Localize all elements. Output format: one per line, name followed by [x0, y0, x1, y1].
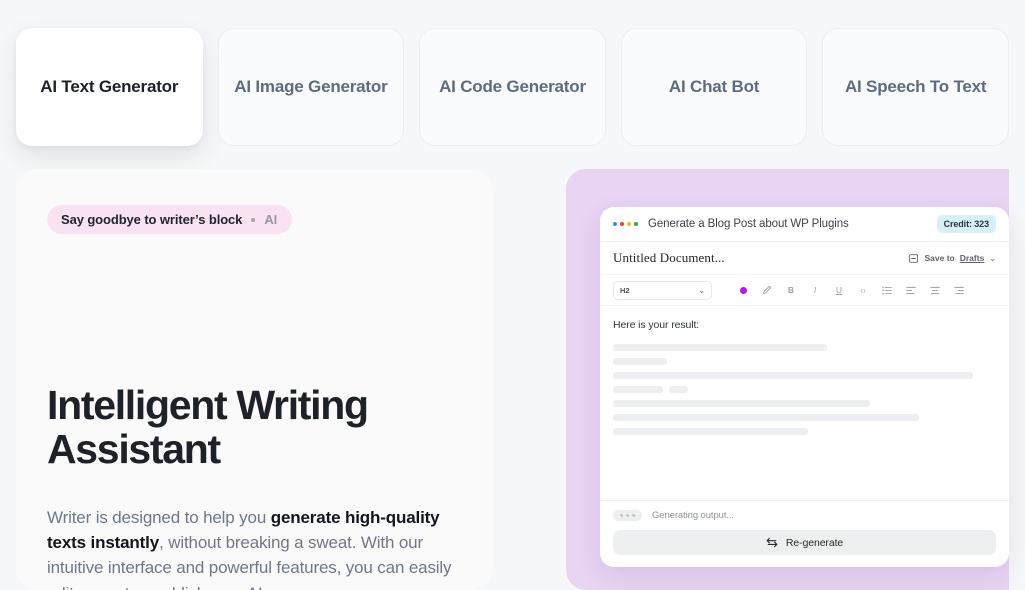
generating-status-row: Generating output... — [613, 510, 996, 521]
tab-label: AI Chat Bot — [668, 76, 760, 96]
underline-icon[interactable]: U — [834, 286, 844, 295]
window-dot-yellow — [627, 222, 631, 226]
badge-separator-dot — [251, 217, 256, 222]
tab-ai-speech-to-text[interactable]: AI Speech To Text — [822, 28, 1009, 146]
heading-level-select[interactable]: H2 ⌄ — [613, 280, 712, 300]
italic-icon[interactable]: I — [810, 286, 820, 295]
skeleton-line-group — [613, 386, 996, 393]
hero-section: Say goodbye to writer’s block AI Intelli… — [0, 146, 1025, 590]
skeleton-line — [613, 414, 920, 421]
tab-label: AI Text Generator — [40, 76, 179, 96]
align-left-icon[interactable] — [906, 286, 916, 295]
save-document-icon — [909, 253, 919, 263]
align-right-icon[interactable] — [954, 286, 964, 295]
regenerate-label: Re-generate — [785, 536, 844, 549]
bold-icon[interactable]: B — [786, 286, 796, 295]
tab-ai-text-generator[interactable]: AI Text Generator — [16, 28, 203, 146]
skeleton-line — [613, 400, 870, 407]
bullet-list-icon[interactable] — [882, 286, 892, 295]
app-title: Generate a Blog Post about WP Plugins — [648, 218, 849, 230]
result-label: Here is your result: — [613, 319, 700, 331]
window-dots — [613, 222, 638, 226]
app-mockup-window: Generate a Blog Post about WP Plugins Cr… — [600, 207, 1009, 567]
loading-dots-indicator — [613, 510, 642, 521]
product-tab-bar: AI Text Generator AI Image Generator AI … — [0, 0, 1025, 146]
save-label-prefix: Save to — [924, 253, 955, 263]
hero-text-card: Say goodbye to writer’s block AI Intelli… — [16, 169, 493, 590]
regenerate-button[interactable]: Re-generate — [613, 530, 996, 555]
badge-text: Say goodbye to writer’s block — [61, 212, 243, 227]
skeleton-line — [613, 386, 663, 393]
tab-label: AI Code Generator — [439, 76, 586, 96]
tab-ai-image-generator[interactable]: AI Image Generator — [217, 28, 405, 146]
chevron-down-icon: ⌄ — [698, 285, 705, 295]
app-footer: Generating output... Re-generate — [600, 500, 1009, 567]
page-title: Intelligent Writing Assistant — [47, 382, 369, 472]
hero-paragraph: Writer is designed to help you generate … — [47, 505, 459, 590]
tab-ai-code-generator[interactable]: AI Code Generator — [419, 28, 606, 146]
color-swatch-icon[interactable] — [738, 286, 748, 294]
credit-badge: Credit: 323 — [936, 215, 996, 233]
editor-toolbar: H2 ⌄ B I U ‹› — [600, 275, 1009, 306]
app-titlebar: Generate a Blog Post about WP Plugins Cr… — [600, 207, 1009, 242]
paragraph-lead: Writer is designed to help you — [47, 507, 271, 527]
toolbar-icon-group: B I U ‹› — [738, 285, 964, 295]
pen-icon[interactable] — [762, 285, 772, 295]
save-to-drafts-button[interactable]: Save to Drafts ⌄ — [908, 253, 996, 264]
skeleton-line — [613, 428, 809, 435]
document-header-row: Untitled Document... Save to Drafts ⌄ — [600, 242, 1009, 275]
hero-preview-panel: Generate a Blog Post about WP Plugins Cr… — [566, 169, 1009, 590]
tab-label: AI Image Generator — [234, 76, 388, 96]
document-name: Untitled Document... — [613, 250, 725, 265]
align-center-icon[interactable] — [930, 286, 940, 295]
document-body[interactable]: Here is your result: — [600, 306, 1009, 500]
skeleton-line — [613, 358, 667, 365]
tab-ai-chat-bot[interactable]: AI Chat Bot — [620, 28, 808, 146]
skeleton-line — [613, 344, 828, 351]
badge-tag: AI — [264, 212, 278, 227]
tagline-badge: Say goodbye to writer’s block AI — [47, 205, 293, 234]
link-code-icon[interactable]: ‹› — [858, 286, 868, 295]
save-label-target: Drafts — [959, 253, 985, 263]
window-dot-blue — [613, 222, 617, 226]
tab-label: AI Speech To Text — [844, 76, 987, 96]
window-dot-green — [634, 222, 638, 226]
skeleton-line — [668, 386, 688, 393]
generating-status-text: Generating output... — [652, 510, 734, 521]
swap-arrows-icon — [766, 537, 778, 548]
window-dot-red — [620, 222, 624, 226]
skeleton-line — [613, 372, 974, 379]
chevron-down-icon[interactable]: ⌄ — [989, 254, 996, 263]
heading-level-value: H2 — [620, 285, 630, 295]
